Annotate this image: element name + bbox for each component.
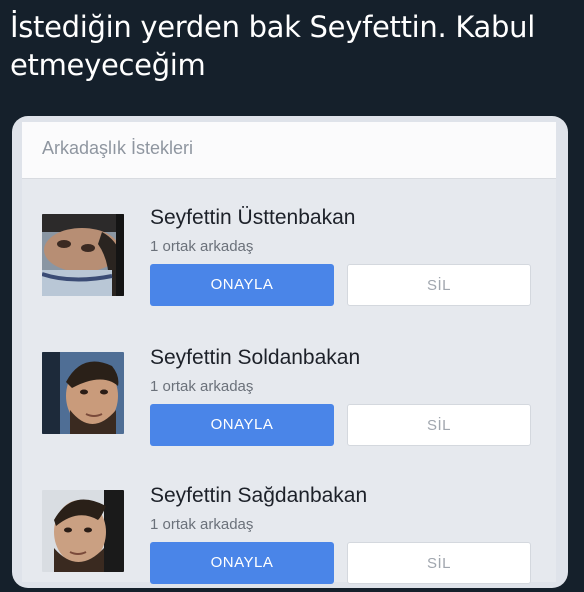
mutual-friends-count[interactable]: 1 ortak arkadaş bbox=[150, 378, 253, 395]
mutual-friends-count[interactable]: 1 ortak arkadaş bbox=[150, 238, 253, 255]
delete-button[interactable]: SİL bbox=[347, 264, 531, 306]
request-name[interactable]: Seyfettin Üsttenbakan bbox=[150, 206, 355, 230]
friend-requests-screenshot: Arkadaşlık İstekleri Seyfettin Üsttenbak… bbox=[12, 116, 568, 588]
friend-request-item: Seyfettin Soldanbakan 1 ortak arkadaş ON… bbox=[22, 346, 556, 476]
friend-request-item: Seyfettin Sağdanbakan 1 ortak arkadaş ON… bbox=[22, 484, 556, 588]
mutual-friends-count[interactable]: 1 ortak arkadaş bbox=[150, 516, 253, 533]
tweet-text: İstediğin yerden bak Seyfettin. Kabul et… bbox=[10, 8, 570, 84]
avatar[interactable] bbox=[42, 214, 124, 296]
tweet-text-line-2: etmeyeceğim bbox=[10, 48, 206, 82]
friend-requests-header: Arkadaşlık İstekleri bbox=[22, 122, 556, 179]
friend-requests-panel: Arkadaşlık İstekleri Seyfettin Üsttenbak… bbox=[22, 122, 556, 584]
delete-button[interactable]: SİL bbox=[347, 542, 531, 584]
delete-button[interactable]: SİL bbox=[347, 404, 531, 446]
request-name[interactable]: Seyfettin Sağdanbakan bbox=[150, 484, 367, 508]
confirm-button[interactable]: ONAYLA bbox=[150, 404, 334, 446]
confirm-button[interactable]: ONAYLA bbox=[150, 264, 334, 306]
request-name[interactable]: Seyfettin Soldanbakan bbox=[150, 346, 360, 370]
friend-request-item: Seyfettin Üsttenbakan 1 ortak arkadaş ON… bbox=[22, 206, 556, 336]
tweet-text-line-1: İstediğin yerden bak Seyfettin. Kabul bbox=[10, 10, 535, 44]
confirm-button[interactable]: ONAYLA bbox=[150, 542, 334, 584]
friend-requests-title: Arkadaşlık İstekleri bbox=[42, 138, 194, 158]
avatar[interactable] bbox=[42, 490, 124, 572]
avatar[interactable] bbox=[42, 352, 124, 434]
